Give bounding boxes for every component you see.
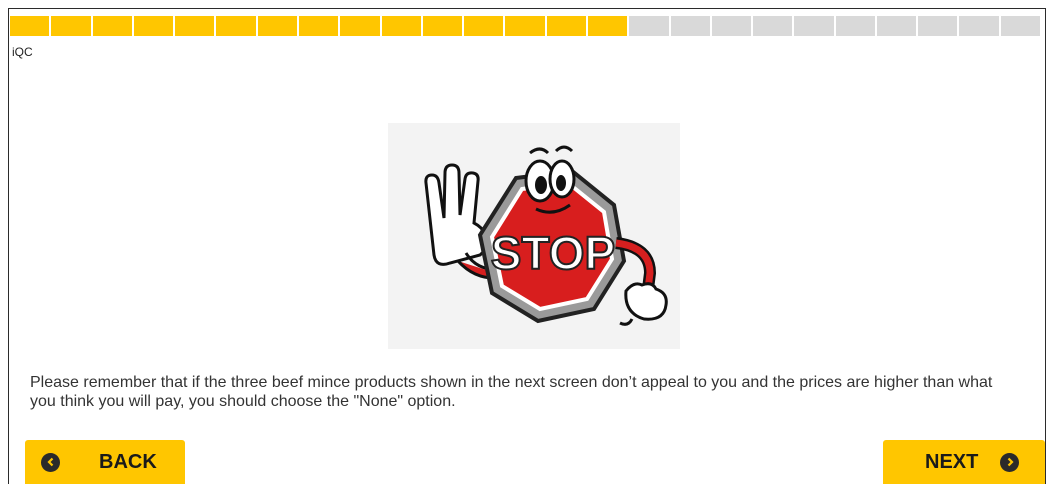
- progress-segment-pending: [959, 16, 1001, 36]
- chevron-left-icon: [41, 452, 60, 472]
- progress-segment-complete: [587, 16, 630, 36]
- progress-segment-complete: [298, 16, 341, 36]
- progress-segment-pending: [753, 16, 795, 36]
- progress-segment-complete: [505, 16, 547, 36]
- progress-segment-complete: [381, 16, 423, 36]
- progress-segment-pending: [629, 16, 671, 36]
- progress-segment-complete: [10, 16, 52, 36]
- progress-segment-complete: [464, 16, 506, 36]
- reminder-message: Please remember that if the three beef m…: [30, 374, 993, 410]
- stop-sign-illustration: STOP: [424, 145, 668, 326]
- next-button-label: NEXT: [925, 450, 979, 473]
- progress-segment-pending: [1000, 16, 1043, 36]
- progress-segment-complete: [546, 16, 588, 36]
- back-button-label: BACK: [99, 450, 157, 473]
- progress-segment-pending: [794, 16, 836, 36]
- progress-segment-pending: [711, 16, 754, 36]
- progress-segment-complete: [51, 16, 93, 36]
- stop-sign-image: STOP: [388, 123, 680, 349]
- progress-segment-pending: [670, 16, 712, 36]
- progress-segment-complete: [340, 16, 382, 36]
- progress-segment-complete: [422, 16, 465, 36]
- sign-text: STOP: [491, 227, 615, 279]
- progress-bar: [10, 16, 1043, 36]
- progress-segment-pending: [918, 16, 960, 36]
- progress-segment-pending: [876, 16, 919, 36]
- progress-segment-complete: [257, 16, 299, 36]
- chevron-right-icon: [1000, 452, 1020, 472]
- back-button[interactable]: BACK: [25, 440, 185, 484]
- next-button[interactable]: NEXT: [883, 440, 1045, 484]
- progress-segment-complete: [175, 16, 217, 36]
- progress-segment-complete: [133, 16, 176, 36]
- brand-label: iQC: [12, 45, 33, 59]
- progress-segment-complete: [92, 16, 134, 36]
- progress-segment-pending: [835, 16, 877, 36]
- progress-segment-complete: [216, 16, 258, 36]
